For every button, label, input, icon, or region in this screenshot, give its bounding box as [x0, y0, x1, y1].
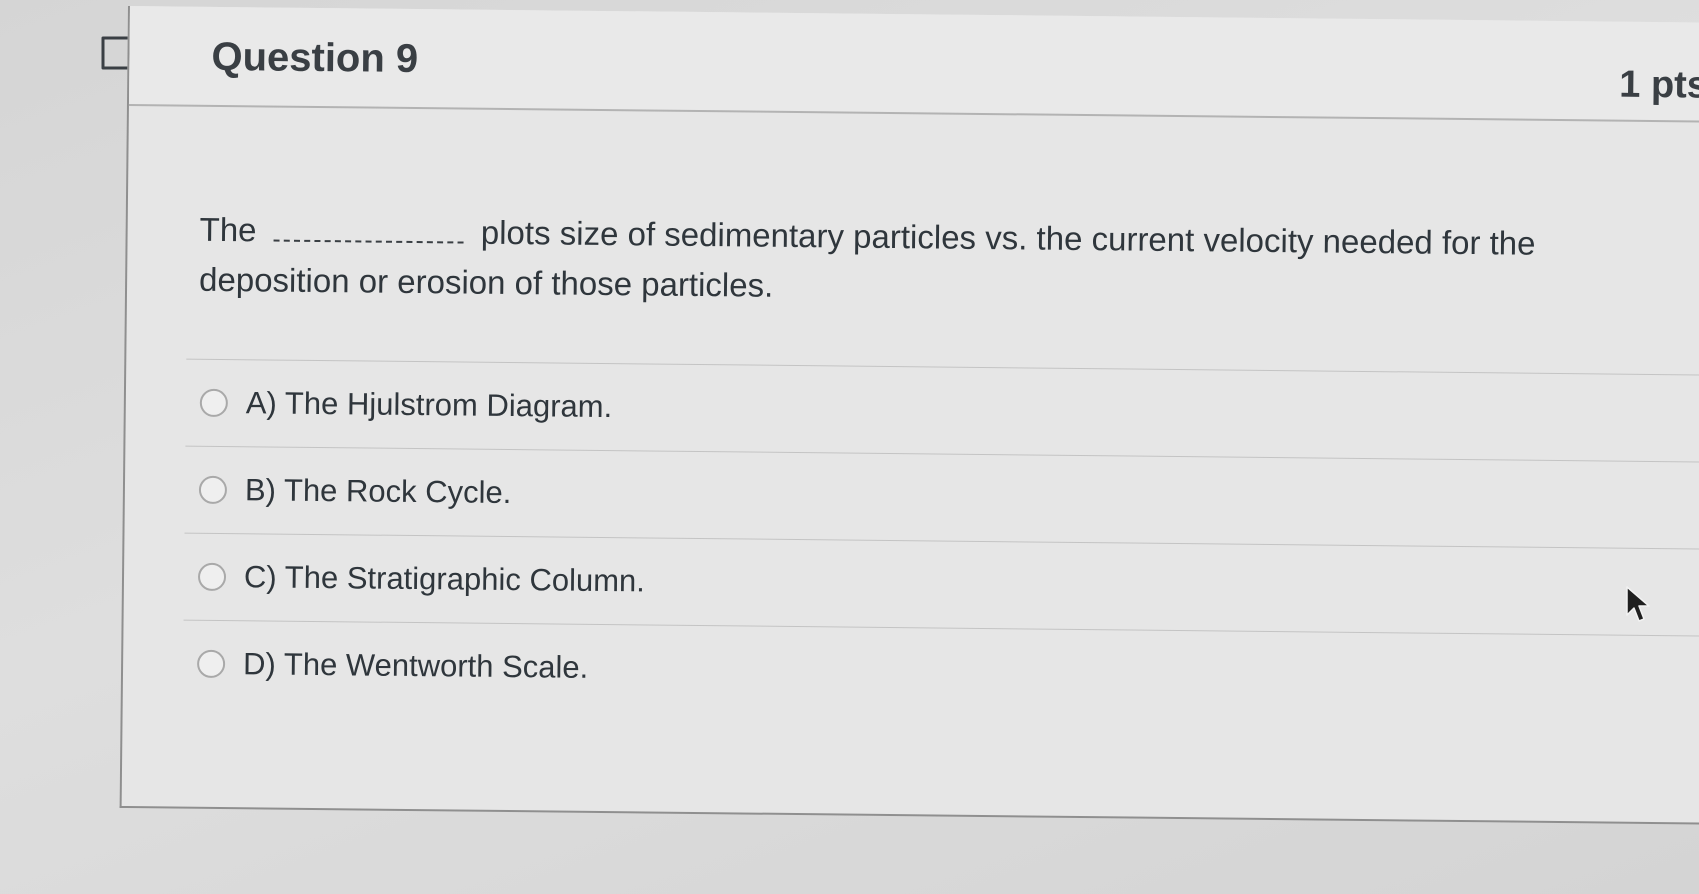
answer-option-d[interactable]: D) The Wentworth Scale. — [183, 621, 1699, 723]
screen: Question 9 1 pts The plots size of sedim… — [0, 0, 1699, 894]
question-text: The plots size of sedimentary particles … — [199, 205, 1640, 320]
radio-button-b[interactable] — [198, 475, 228, 505]
answer-label-a[interactable]: A) The Hjulstrom Diagram. — [246, 385, 613, 425]
answer-label-c[interactable]: C) The Stratigraphic Column. — [244, 559, 645, 599]
question-text-start: The — [199, 210, 257, 249]
question-title: Question 9 — [211, 34, 419, 82]
answer-label-d[interactable]: D) The Wentworth Scale. — [243, 646, 589, 686]
radio-button-c[interactable] — [197, 562, 227, 592]
radio-button-a[interactable] — [199, 388, 228, 418]
question-card: Question 9 1 pts The plots size of sedim… — [119, 6, 1699, 825]
mouse-pointer-icon — [1626, 586, 1650, 622]
answer-option-a[interactable]: A) The Hjulstrom Diagram. — [185, 360, 1699, 462]
fill-in-blank — [273, 238, 464, 244]
radio-button-d[interactable] — [196, 649, 226, 679]
answer-option-c[interactable]: C) The Stratigraphic Column. — [184, 534, 1699, 636]
answer-label-b[interactable]: B) The Rock Cycle. — [245, 472, 512, 511]
question-header: Question 9 1 pts — [128, 6, 1699, 123]
question-points: 1 pts — [1619, 63, 1699, 107]
answer-option-b[interactable]: B) The Rock Cycle. — [184, 447, 1699, 549]
question-text-end: plots size of sedimentary particles vs. … — [198, 213, 1536, 304]
answer-list: A) The Hjulstrom Diagram. B) The Rock Cy… — [183, 358, 1699, 723]
